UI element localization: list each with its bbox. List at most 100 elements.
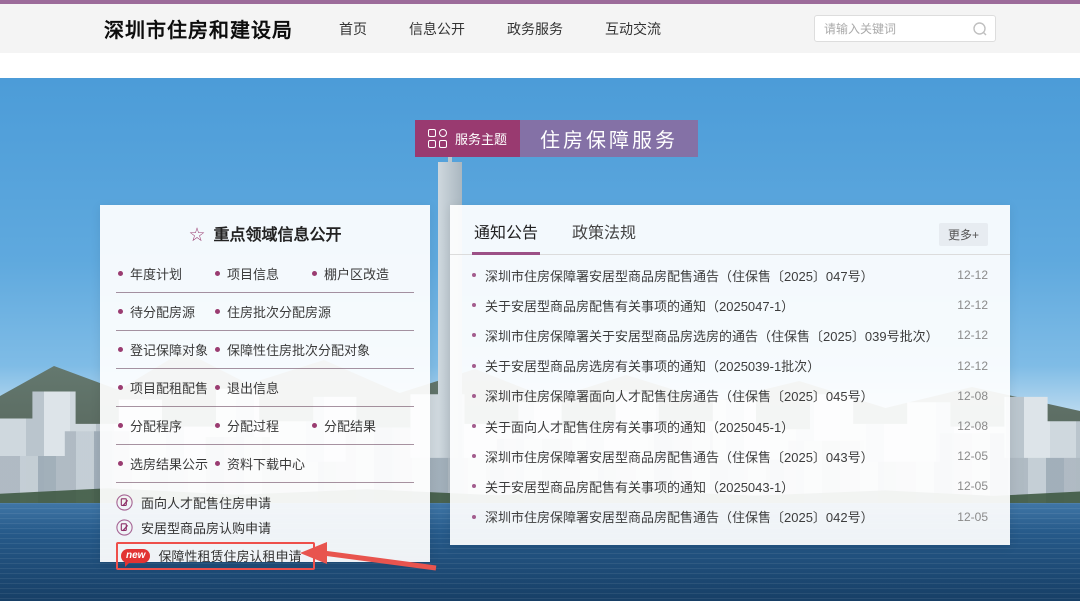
notice-row: 关于安居型商品房选房有关事项的通知（2025039-1批次） 12-12 [472, 351, 988, 381]
tabs: 通知公告政策法规 [472, 219, 668, 254]
notice-list: 深圳市住房保障署安居型商品房配售通告（住保售〔2025〕047号） 12-12 … [450, 255, 1010, 532]
info-link[interactable]: 保障性住房批次分配对象 [215, 340, 370, 359]
bullet-icon [118, 271, 123, 276]
info-link[interactable]: 登记保障对象 [118, 340, 215, 359]
notice-tab[interactable]: 政策法规 [570, 219, 638, 254]
info-link-label: 分配过程 [227, 416, 279, 435]
info-link-label: 登记保障对象 [130, 340, 208, 359]
apply-link-row[interactable]: 安居型商品房认购申请 [116, 515, 271, 540]
application-form-icon [116, 519, 133, 536]
info-link-label: 项目信息 [227, 264, 279, 283]
apply-link[interactable]: 面向人才配售住房申请 [141, 493, 271, 512]
notice-row: 深圳市住房保障署安居型商品房配售通告（住保售〔2025〕043号） 12-05 [472, 441, 988, 471]
site-title: 深圳市住房和建设局 [104, 14, 293, 43]
notice-date: 12-05 [957, 510, 988, 524]
notice-row: 深圳市住房保障署安居型商品房配售通告（住保售〔2025〕042号） 12-05 [472, 502, 988, 532]
notice-row: 关于面向人才配售住房有关事项的通知（2025045-1） 12-08 [472, 411, 988, 441]
nav-item[interactable]: 互动交流 [605, 19, 661, 39]
page: 深圳市住房和建设局 首页 信息公开 政务服务 互动交流 服务主题 住房保障服务 [0, 0, 1080, 601]
bullet-icon [472, 394, 476, 398]
info-link[interactable]: 待分配房源 [118, 302, 215, 321]
info-link[interactable]: 棚户区改造 [312, 264, 409, 283]
info-link[interactable]: 分配结果 [312, 416, 409, 435]
info-link[interactable]: 退出信息 [215, 378, 312, 397]
site-header: 深圳市住房和建设局 首页 信息公开 政务服务 互动交流 [0, 4, 1080, 53]
header-spacer [0, 53, 1080, 78]
grid-icon [428, 129, 447, 148]
bullet-icon [472, 484, 476, 488]
service-theme-label: 服务主题 [455, 129, 507, 148]
bullet-icon [472, 454, 476, 458]
info-link-label: 项目配租配售 [130, 378, 208, 397]
notices-tabbar: 通知公告政策法规 更多+ [450, 205, 1010, 255]
bullet-icon [312, 423, 317, 428]
main-nav: 首页 信息公开 政务服务 互动交流 [339, 19, 661, 39]
search-input[interactable] [824, 22, 972, 36]
more-button[interactable]: 更多+ [939, 223, 988, 246]
notice-title-link[interactable]: 深圳市住房保障署安居型商品房配售通告（住保售〔2025〕043号） [485, 447, 943, 466]
info-link-row: 分配程序 分配过程 分配结果 [116, 407, 414, 445]
notice-title-link[interactable]: 关于安居型商品房选房有关事项的通知（2025039-1批次） [485, 356, 943, 375]
nav-item[interactable]: 首页 [339, 19, 367, 39]
apply-link-row[interactable]: 面向人才配售住房申请 [116, 490, 271, 515]
notice-title-link[interactable]: 关于安居型商品房配售有关事项的通知（2025047-1） [485, 296, 943, 315]
bullet-icon [215, 461, 220, 466]
info-link[interactable]: 选房结果公示 [118, 454, 215, 473]
apply-link[interactable]: 保障性租赁住房认租申请 [158, 546, 301, 565]
notice-title-link[interactable]: 深圳市住房保障署面向人才配售住房通告（住保售〔2025〕045号） [485, 386, 943, 405]
hero-banner: 服务主题 住房保障服务 ☆重点领域信息公开 年度计划 [0, 78, 1080, 601]
nav-item[interactable]: 政务服务 [507, 19, 563, 39]
notice-row: 关于安居型商品房配售有关事项的通知（2025043-1） 12-05 [472, 471, 988, 501]
notice-title-link[interactable]: 深圳市住房保障署安居型商品房配售通告（住保售〔2025〕047号） [485, 266, 943, 285]
banner-title: 住房保障服务 [520, 120, 698, 157]
notice-date: 12-12 [957, 359, 988, 373]
info-link[interactable]: 住房批次分配房源 [215, 302, 331, 321]
key-info-panel: ☆重点领域信息公开 年度计划 项目信息 [100, 205, 430, 562]
bullet-icon [472, 424, 476, 428]
info-link-row: 选房结果公示 资料下载中心 [116, 445, 414, 483]
notice-title-link[interactable]: 关于安居型商品房配售有关事项的通知（2025043-1） [485, 477, 943, 496]
notice-row: 深圳市住房保障署面向人才配售住房通告（住保售〔2025〕045号） 12-08 [472, 381, 988, 411]
bullet-icon [215, 347, 220, 352]
bullet-icon [215, 271, 220, 276]
notice-title-link[interactable]: 深圳市住房保障署安居型商品房配售通告（住保售〔2025〕042号） [485, 507, 943, 526]
bullet-icon [312, 271, 317, 276]
notice-tab[interactable]: 通知公告 [472, 219, 540, 255]
nav-item[interactable]: 信息公开 [409, 19, 465, 39]
apply-link-row[interactable]: new 保障性租赁住房认租申请 [116, 542, 315, 570]
service-theme-badge: 服务主题 住房保障服务 [415, 120, 698, 157]
bullet-icon [472, 273, 476, 277]
notice-row: 深圳市住房保障署安居型商品房配售通告（住保售〔2025〕047号） 12-12 [472, 260, 988, 290]
info-link[interactable]: 分配过程 [215, 416, 312, 435]
bullet-icon [472, 364, 476, 368]
bullet-icon [118, 461, 123, 466]
bullet-icon [472, 333, 476, 337]
info-link[interactable]: 资料下载中心 [215, 454, 312, 473]
info-link-label: 住房批次分配房源 [227, 302, 331, 321]
bullet-icon [118, 423, 123, 428]
info-link-label: 保障性住房批次分配对象 [227, 340, 370, 359]
info-link-row: 项目配租配售 退出信息 [116, 369, 414, 407]
annotation-arrow [300, 542, 438, 572]
search-icon[interactable] [972, 21, 988, 37]
apply-link[interactable]: 安居型商品房认购申请 [141, 518, 271, 537]
star-icon: ☆ [188, 225, 205, 246]
info-link-label: 选房结果公示 [130, 454, 208, 473]
info-link-label: 退出信息 [227, 378, 279, 397]
notice-title-link[interactable]: 深圳市住房保障署关于安居型商品房选房的通告（住保售〔2025〕039号批次） [485, 326, 943, 345]
bullet-icon [118, 347, 123, 352]
search-box [814, 15, 996, 42]
bullet-icon [215, 423, 220, 428]
notice-title-link[interactable]: 关于面向人才配售住房有关事项的通知（2025045-1） [485, 417, 943, 436]
info-links-section: 年度计划 项目信息 棚户区改造 待分配房源 [116, 255, 414, 483]
info-link[interactable]: 项目信息 [215, 264, 312, 283]
info-link-label: 棚户区改造 [324, 264, 389, 283]
notice-date: 12-05 [957, 449, 988, 463]
info-link[interactable]: 年度计划 [118, 264, 215, 283]
application-form-icon [116, 494, 133, 511]
info-link[interactable]: 分配程序 [118, 416, 215, 435]
notice-date: 12-08 [957, 389, 988, 403]
key-info-title: ☆重点领域信息公开 [100, 205, 430, 255]
info-link-label: 分配结果 [324, 416, 376, 435]
info-link[interactable]: 项目配租配售 [118, 378, 215, 397]
